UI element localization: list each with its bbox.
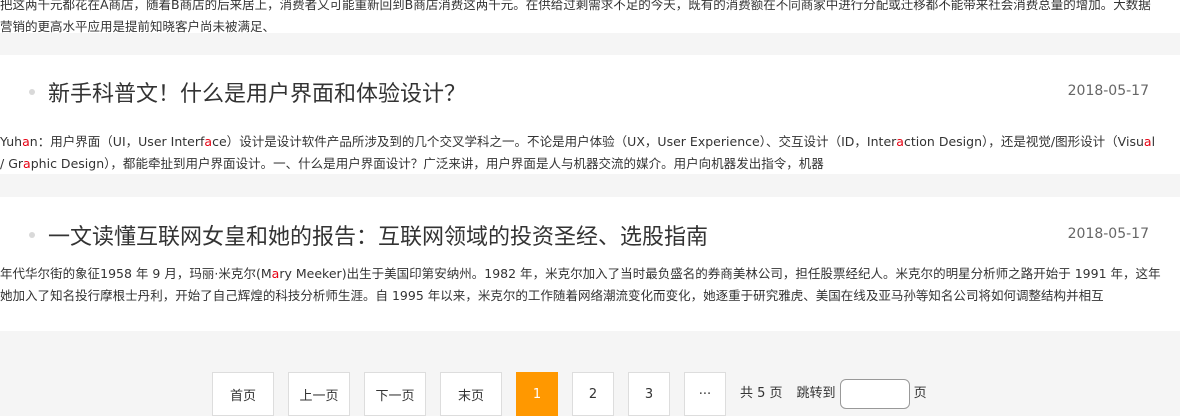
first-page-button[interactable]: 首页 (212, 372, 274, 416)
page-suffix-label: 页 (913, 386, 927, 401)
jump-page-input[interactable] (839, 379, 910, 409)
article-card-previous: 把这两千元都花在A商店，随着B商店的后来居上，消费者又可能重新回到B商店消费这两… (0, 0, 1180, 34)
article-date: 2018-05-17 (1067, 226, 1149, 242)
article-date: 2018-05-17 (1067, 83, 1149, 99)
total-pages: 共 5 页 (740, 386, 783, 401)
right-scroll-gutter (1180, 0, 1203, 416)
article-card: 新手科普文！什么是用户界面和体验设计？ 2018-05-17 Yuhan：用户界… (0, 55, 1180, 174)
article-title-link[interactable]: 新手科普文！什么是用户界面和体验设计？ (48, 76, 466, 108)
next-page-button[interactable]: 下一页 (364, 372, 426, 416)
more-pages-button[interactable]: ··· (684, 372, 726, 416)
prev-page-button[interactable]: 上一页 (288, 372, 350, 416)
last-page-button[interactable]: 末页 (440, 372, 502, 416)
bullet-dot-icon (29, 89, 35, 95)
page-3-button[interactable]: 3 (628, 372, 670, 416)
article-excerpt: 年代华尔街的象征1958 年 9 月，玛丽·米克尔(Mary Meeker)出生… (0, 266, 1161, 303)
bullet-dot-icon (29, 232, 35, 238)
article-excerpt: 把这两千元都花在A商店，随着B商店的后来居上，消费者又可能重新回到B商店消费这两… (0, 0, 1151, 34)
page-2-button[interactable]: 2 (572, 372, 614, 416)
article-excerpt: Yuhan：用户界面（UI，User Interface）设计是设计软件产品所涉… (0, 134, 1156, 171)
article-title-link[interactable]: 一文读懂互联网女皇和她的报告：互联网领域的投资圣经、选股指南 (48, 219, 708, 251)
jump-to-label: 跳转到 (796, 386, 836, 401)
pagination: 首页 上一页 下一页 末页 1 2 3 ··· 共 5 页 跳转到 页 (212, 372, 941, 416)
article-card: 一文读懂互联网女皇和她的报告：互联网领域的投资圣经、选股指南 2018-05-1… (0, 197, 1180, 331)
page-1-button[interactable]: 1 (516, 372, 558, 416)
